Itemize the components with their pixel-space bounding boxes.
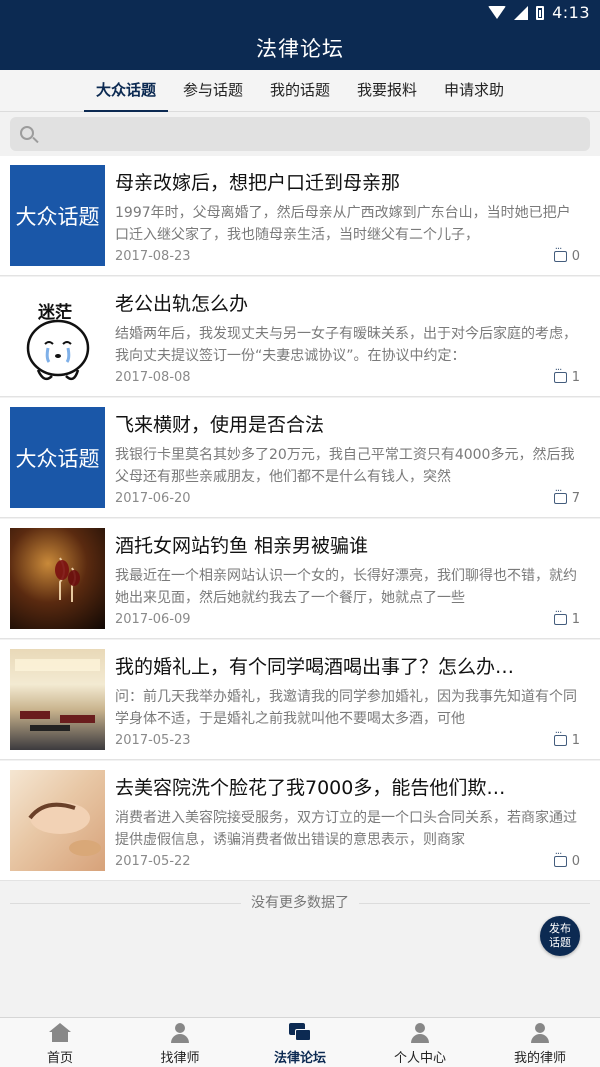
post-thumbnail: 大众话题 [10,165,105,266]
post-excerpt: 消费者进入美容院接受服务，双方订立的是一个口头合同关系，若商家通过提供虚假信息，… [115,810,577,848]
status-bar: 4:13 [0,0,600,25]
comment-count-value: 7 [571,491,580,506]
comment-icon [553,849,567,867]
post-date: 2017-05-23 [115,733,191,748]
comment-icon [553,365,567,383]
post-title: 酒托女网站钓鱼 相亲男被骗谁 [115,535,369,557]
thumbnail-label: 大众话题 [15,204,100,229]
post-date: 2017-06-09 [115,612,191,627]
post-excerpt: 我最近在一个相亲网站认识一个女的，长得好漂亮，我们聊得也不错，就约她出来见面，然… [115,568,577,606]
post-item[interactable]: 我的婚礼上，有个同学喝酒喝出事了？怎么办… 问：前几天我举办婚礼，我邀请我的同学… [0,640,600,760]
thumbnail-label: 迷茫 [38,303,72,323]
comment-icon [553,244,567,262]
post-item[interactable]: 大众话题 母亲改嫁后，想把户口迁到母亲那 1997年时，父母离婚了，然后母亲从广… [0,156,600,276]
comment-count: 1 [553,607,580,627]
post-item[interactable]: 迷茫 老公出轨怎么办 结婚两年后，我发现丈夫与另一女子有暧昧关系，出于对今后家庭… [0,277,600,397]
post-excerpt: 1997年时，父母离婚了，然后母亲从广西改嫁到广东台山，当时她已把户口迁入继父家… [115,205,571,243]
nav-label: 首页 [46,1051,73,1066]
nav-label: 法律论坛 [273,1051,326,1066]
spa-facial-photo [28,802,101,856]
post-date: 2017-05-22 [115,854,191,869]
post-title: 老公出轨怎么办 [115,293,249,315]
comment-icon [553,728,567,746]
comment-count: 0 [553,244,580,264]
thumbnail-label: 大众话题 [15,446,100,471]
post-thumbnail [10,649,105,750]
wine-glass-photo [55,557,80,602]
comment-count: 7 [553,486,580,506]
post-item[interactable]: 去美容院洗个脸花了我7000多，能告他们欺… 消费者进入美容院接受服务，双方订立… [0,761,600,881]
nav-my-lawyer[interactable]: 我的律师 [480,1018,600,1067]
tab-my-topics[interactable]: 我的话题 [258,70,342,112]
post-item[interactable]: 大众话题 飞来横财，使用是否合法 我银行卡里莫名其妙多了20万元，我自己平常工资… [0,398,600,518]
comment-icon [553,607,567,625]
tab-joined-topics[interactable]: 参与话题 [171,70,255,112]
post-title: 母亲改嫁后，想把户口迁到母亲那 [115,172,401,194]
comment-count-value: 1 [571,370,580,385]
post-excerpt: 结婚两年后，我发现丈夫与另一女子有暧昧关系，出于对今后家庭的考虑，我向丈夫提议签… [115,326,577,364]
no-more-data: 没有更多数据了 [0,892,600,916]
post-thumbnail: 大众话题 [10,407,105,508]
post-title: 去美容院洗个脸花了我7000多，能告他们欺… [115,777,506,799]
post-date: 2017-08-23 [115,249,191,264]
post-thumbnail: 迷茫 [10,286,105,387]
comment-count: 0 [553,849,580,869]
no-more-label: 没有更多数据了 [241,895,359,911]
status-time: 4:13 [552,3,590,22]
signal-icon [514,5,529,20]
app-header: 法律论坛 [0,25,600,70]
nav-forum[interactable]: 法律论坛 [240,1018,360,1067]
tab-report[interactable]: 我要报料 [345,70,429,112]
post-date: 2017-08-08 [115,370,191,385]
battery-icon [536,5,545,20]
nav-label: 我的律师 [513,1051,566,1066]
profile-icon [409,1023,431,1043]
post-title: 我的婚礼上，有个同学喝酒喝出事了？怎么办… [115,656,515,678]
find-lawyer-icon [169,1023,191,1043]
my-lawyer-icon [529,1023,551,1043]
home-icon [49,1023,71,1043]
topic-tabs: 大众话题 参与话题 我的话题 我要报料 申请求助 [0,70,600,112]
forum-icon [289,1023,311,1043]
nav-profile[interactable]: 个人中心 [360,1018,480,1067]
publish-topic-button[interactable]: 发布话题 [540,916,580,956]
comment-count-value: 0 [571,249,580,264]
wedding-hall-photo [15,659,100,731]
tab-request-help[interactable]: 申请求助 [432,70,516,112]
post-excerpt: 我银行卡里莫名其妙多了20万元，我自己平常工资只有4000多元，然后我父母还有那… [115,447,575,485]
publish-topic-label: 发布话题 [549,922,571,949]
comment-icon [553,486,567,504]
wifi-icon [488,6,507,19]
post-date: 2017-06-20 [115,491,191,506]
comment-count-value: 0 [571,854,580,869]
comment-count: 1 [553,728,580,748]
bottom-nav: 首页 找律师 法律论坛 个人中心 我的律师 [0,1017,600,1067]
nav-home[interactable]: 首页 [0,1018,120,1067]
search-bar [0,112,600,156]
comment-count-value: 1 [571,612,580,627]
comment-count-value: 1 [571,733,580,748]
tab-public-topics[interactable]: 大众话题 [84,70,168,112]
post-thumbnail [10,528,105,629]
nav-label: 个人中心 [393,1051,446,1066]
nav-find-lawyer[interactable]: 找律师 [120,1018,240,1067]
post-thumbnail [10,770,105,871]
post-item[interactable]: 酒托女网站钓鱼 相亲男被骗谁 我最近在一个相亲网站认识一个女的，长得好漂亮，我们… [0,519,600,639]
page-title: 法律论坛 [256,36,344,61]
comment-count: 1 [553,365,580,385]
search-input[interactable] [10,117,590,151]
nav-label: 找律师 [160,1051,200,1066]
post-title: 飞来横财，使用是否合法 [115,414,325,436]
post-excerpt: 问：前几天我举办婚礼，我邀请我的同学参加婚礼，因为我事先知道有个同学身体不适，于… [115,689,577,727]
